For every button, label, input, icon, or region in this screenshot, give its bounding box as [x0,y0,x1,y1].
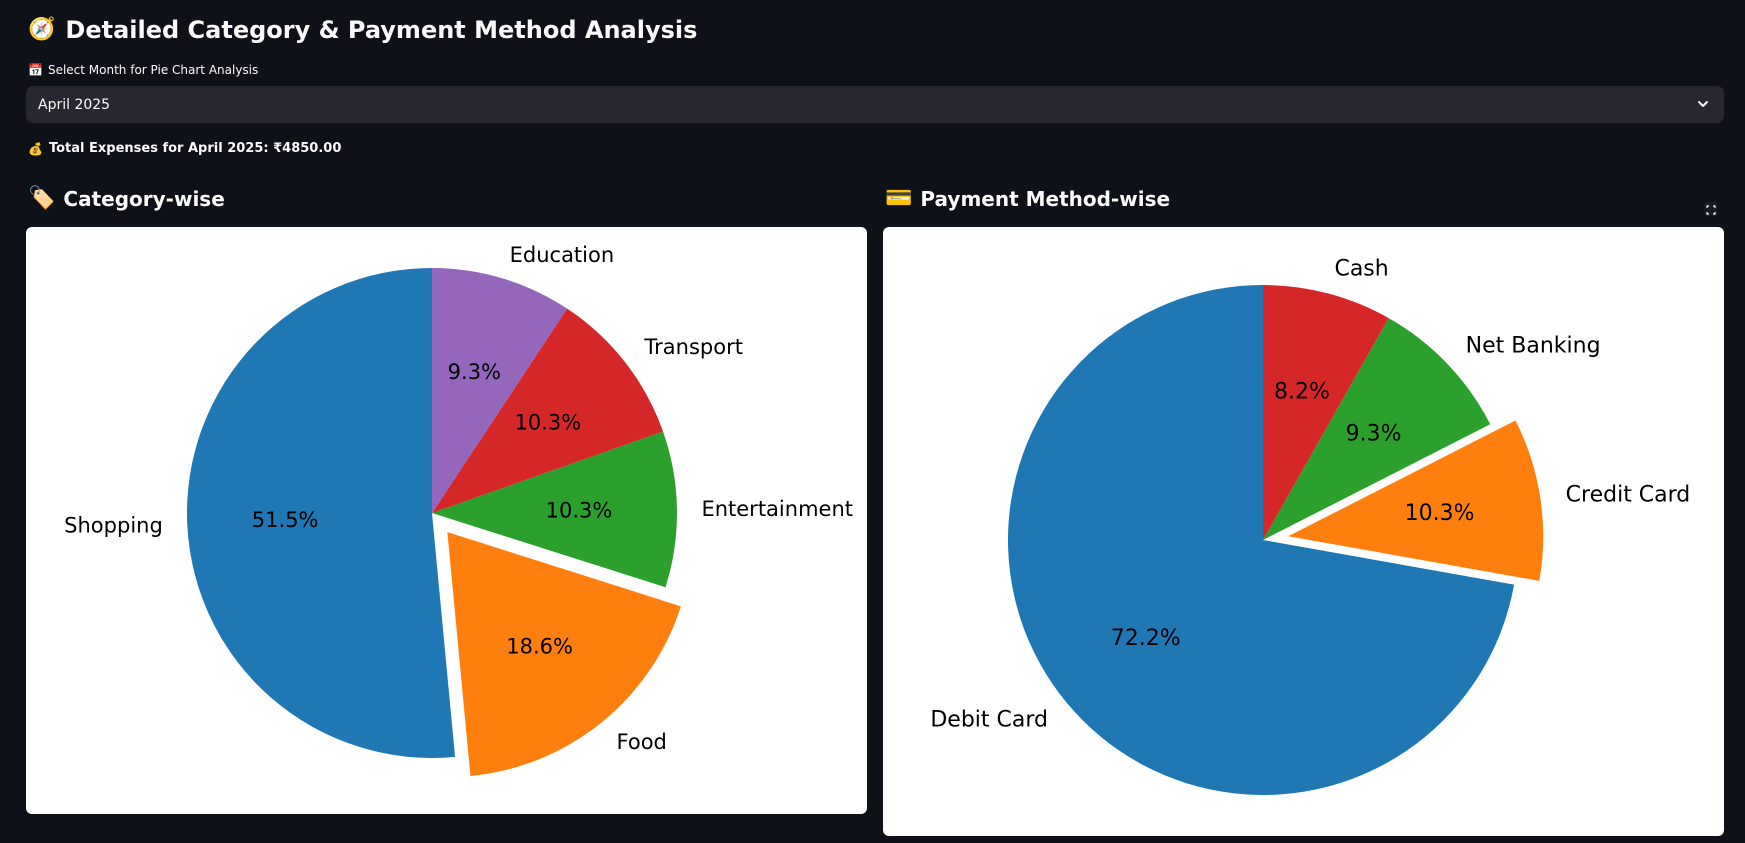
fullscreen-icon [1706,205,1716,215]
pie-legend-label-shopping: Shopping [64,514,163,538]
pie-legend-label-cash: Cash [1334,256,1388,281]
pie-pct-label-transport: 10.3% [515,411,582,435]
pie-legend-label-transport: Transport [643,335,743,359]
page-title: 🧭 Detailed Category & Payment Method Ana… [28,12,697,48]
pie-legend-label-debit-card: Debit Card [930,708,1048,733]
pie-legend-label-education: Education [510,243,615,267]
month-select[interactable]: April 2025 [26,86,1724,123]
total-expenses-text: Total Expenses for April 2025: ₹4850.00 [48,141,342,156]
pie-legend-label-entertainment: Entertainment [701,497,853,521]
money-bag-icon: 💰 [28,141,43,156]
month-select-value: April 2025 [38,96,111,113]
category-pie-svg: 51.5% Shopping 18.6% Food 10.3% Entertainment… [64,243,853,776]
credit-card-icon: 💳 [885,186,913,211]
tag-icon: 🏷️ [28,186,56,211]
compass-icon: 🧭 [28,17,56,42]
month-select-label-text: Select Month for Pie Chart Analysis [47,63,259,77]
pie-pct-label-education: 9.3% [448,360,501,384]
payment-pie-chart: 72.2% Debit Card 10.3% Credit Card 9.3% Net B… [883,227,1724,836]
category-subheader: 🏷️ Category-wise [28,185,225,213]
pie-pct-label-entertainment: 10.3% [546,499,613,523]
pie-pct-label-cash: 8.2% [1274,380,1330,405]
pie-legend-label-net-banking: Net Banking [1466,334,1601,359]
fullscreen-button[interactable] [1704,202,1718,216]
category-pie-chart: 51.5% Shopping 18.6% Food 10.3% Entertainment… [26,227,867,814]
total-expenses: 💰 Total Expenses for April 2025: ₹4850.0… [28,141,341,156]
pie-legend-label-food: Food [617,730,667,754]
payment-subheader: 💳 Payment Method-wise [885,185,1170,213]
month-select-label: 📅 Select Month for Pie Chart Analysis [28,63,258,77]
payment-pie-svg: 72.2% Debit Card 10.3% Credit Card 9.3% Net B… [930,256,1691,795]
payment-subheader-text: Payment Method-wise [920,187,1171,211]
pie-pct-label-credit-card: 10.3% [1405,501,1475,526]
pie-pct-label-shopping: 51.5% [252,508,319,532]
page-title-text: Detailed Category & Payment Method Analy… [65,16,698,44]
category-subheader-text: Category-wise [63,187,225,211]
pie-pct-label-food: 18.6% [506,635,573,659]
pie-pct-label-net-banking: 9.3% [1346,422,1402,447]
pie-pct-label-debit-card: 72.2% [1111,626,1181,651]
chevron-down-icon [1698,101,1708,107]
app-page: 🧭 Detailed Category & Payment Method Ana… [0,0,1745,843]
pie-legend-label-credit-card: Credit Card [1566,482,1691,507]
calendar-icon: 📅 [28,63,43,77]
pie-slice-shopping [186,268,456,758]
